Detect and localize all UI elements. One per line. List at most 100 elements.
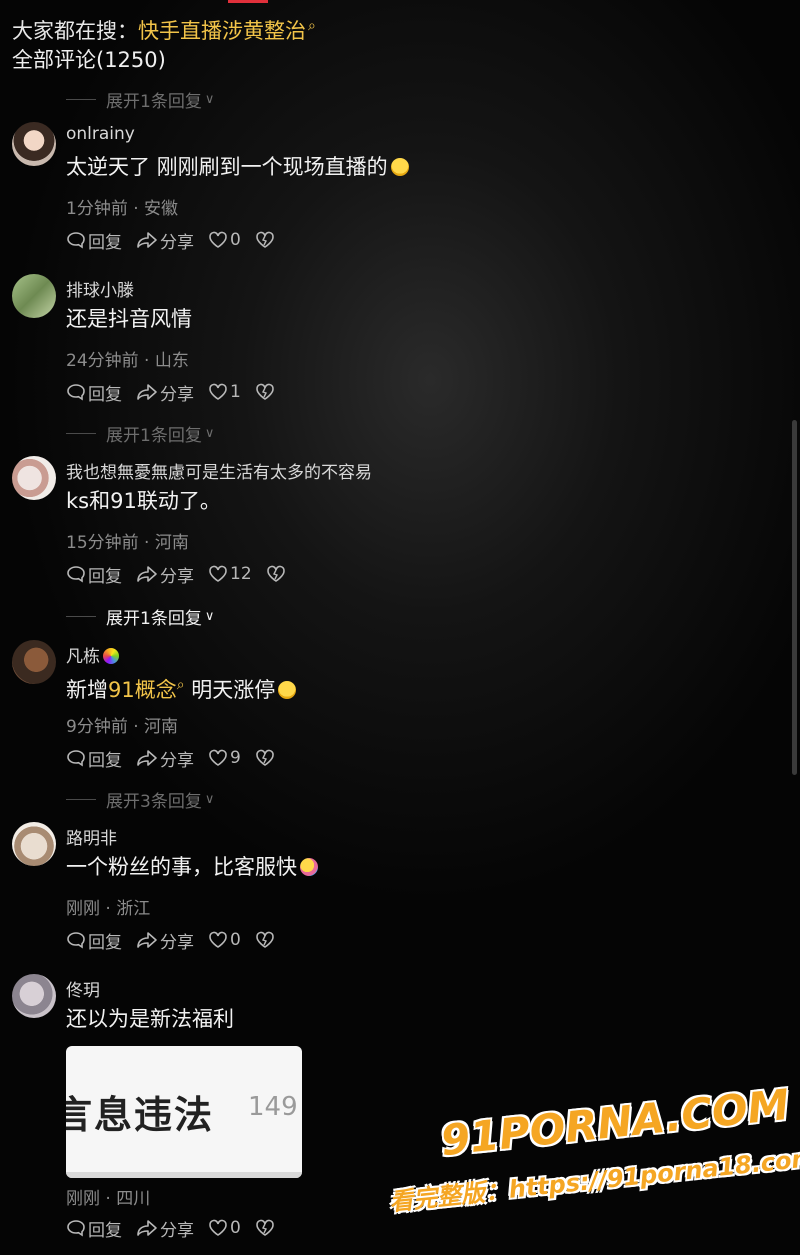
chevron-down-icon: ∨ [204,791,215,807]
share-label: 分享 [160,932,194,953]
username[interactable]: 我也想無憂無慮可是生活有太多的不容易 [66,458,372,483]
chevron-down-icon: ∨ [204,91,215,107]
username[interactable]: 排球小滕 [66,276,134,301]
dislike-button[interactable] [255,749,277,767]
comment-image[interactable]: 言息违法 149 [66,1046,302,1178]
reply-icon [67,1220,85,1237]
comment-text-body: 还是抖音风情 [66,307,192,331]
share-icon [137,566,157,582]
image-number: 149 [248,1092,298,1122]
grimace-emoji [278,681,297,699]
like-button[interactable]: 0 [208,930,241,950]
divider [66,798,96,800]
share-button[interactable]: 分享 [136,380,194,405]
like-button[interactable]: 0 [208,230,241,250]
dislike-button[interactable] [255,1219,277,1237]
search-icon: ⌕ [308,18,316,34]
avatar[interactable] [12,640,56,684]
username[interactable]: 凡栋 [66,642,119,667]
broken-heart-icon [266,565,285,582]
reply-button[interactable]: 回复 [66,1216,122,1241]
heart-icon [209,231,227,248]
like-button[interactable]: 1 [208,382,241,402]
chevron-down-icon: ∨ [204,608,215,624]
heart-icon [209,931,227,948]
reply-icon [67,384,85,401]
like-count: 1 [230,382,241,402]
reply-icon [67,932,85,949]
broken-heart-icon [256,383,274,400]
expand-replies[interactable]: 展开1条回复 ∨ [66,605,215,629]
broken-heart-icon [256,231,274,248]
reply-icon [67,566,85,583]
username[interactable]: onlrainy [66,124,135,144]
like-button[interactable]: 9 [208,748,241,768]
username[interactable]: 佟玥 [66,976,100,1001]
like-count: 0 [230,1218,241,1238]
comment-text-body: 还以为是新法福利 [66,1007,234,1031]
divider [66,98,96,100]
share-icon [137,750,157,766]
expand-replies[interactable]: 展开3条回复 ∨ [66,788,215,812]
hot-search-bar[interactable]: 大家都在搜：快手直播涉黄整治 ⌕ [12,10,316,47]
like-count: 0 [230,930,241,950]
comment-text-prefix: 新增 [66,678,108,702]
comment-meta: 1分钟前 · 安徽 [66,199,179,219]
expand-replies[interactable]: 展开1条回复 ∨ [66,422,215,446]
reply-button[interactable]: 回复 [66,746,122,771]
divider [66,615,96,617]
comment-text: 新增91概念⌕ 明天涨停 [66,670,297,705]
dislike-button[interactable] [255,231,277,249]
comment-meta: 刚刚 · 四川 [66,1189,151,1209]
share-button[interactable]: 分享 [136,928,194,953]
reply-button[interactable]: 回复 [66,380,122,405]
username-text: 凡栋 [66,647,100,667]
share-button[interactable]: 分享 [136,1216,194,1241]
top-indicator [228,0,268,3]
scrollbar[interactable] [792,420,797,775]
expand-replies[interactable]: 展开1条回复 ∨ [66,88,215,112]
comment-actions: 回复 分享 1 [66,380,291,405]
avatar[interactable] [12,122,56,166]
comment-meta: 24分钟前 · 山东 [66,351,189,371]
comment-keyword-link[interactable]: 91概念 [108,678,177,702]
share-button[interactable]: 分享 [136,562,194,587]
comment-meta: 15分钟前 · 河南 [66,533,189,553]
share-label: 分享 [160,566,194,587]
reply-label: 回复 [88,1220,122,1241]
laughing-tears-emoji [390,158,409,176]
share-button[interactable]: 分享 [136,746,194,771]
avatar[interactable] [12,974,56,1018]
heart-icon [209,749,227,766]
heart-icon [209,383,227,400]
avatar[interactable] [12,274,56,318]
hot-search-keyword[interactable]: 快手直播涉黄整治 [138,19,306,43]
share-button[interactable]: 分享 [136,228,194,253]
heart-icon [209,1219,227,1236]
reply-button[interactable]: 回复 [66,228,122,253]
reply-label: 回复 [88,232,122,253]
share-icon [137,232,157,248]
share-icon [137,1220,157,1236]
reply-button[interactable]: 回复 [66,562,122,587]
image-text: 言息违法 [66,1093,215,1137]
dislike-button[interactable] [255,383,277,401]
avatar[interactable] [12,456,56,500]
comment-text: 太逆天了 刚刚刷到一个现场直播的 [66,152,409,182]
username[interactable]: 路明非 [66,824,117,849]
comment-text: ks和91联动了。 [66,486,221,516]
broken-heart-icon [256,1219,274,1236]
heart-icon [209,565,227,582]
chevron-down-icon: ∨ [204,425,215,441]
reply-button[interactable]: 回复 [66,928,122,953]
search-icon: ⌕ [176,677,185,693]
like-button[interactable]: 12 [208,564,252,584]
comment-text: 一个粉丝的事，比客服快 [66,852,318,882]
comment-actions: 回复 分享 0 [66,1216,291,1241]
dislike-button[interactable] [255,931,277,949]
dislike-button[interactable] [266,565,288,583]
avatar[interactable] [12,822,56,866]
like-button[interactable]: 0 [208,1218,241,1238]
share-icon [137,932,157,948]
like-count: 0 [230,230,241,250]
